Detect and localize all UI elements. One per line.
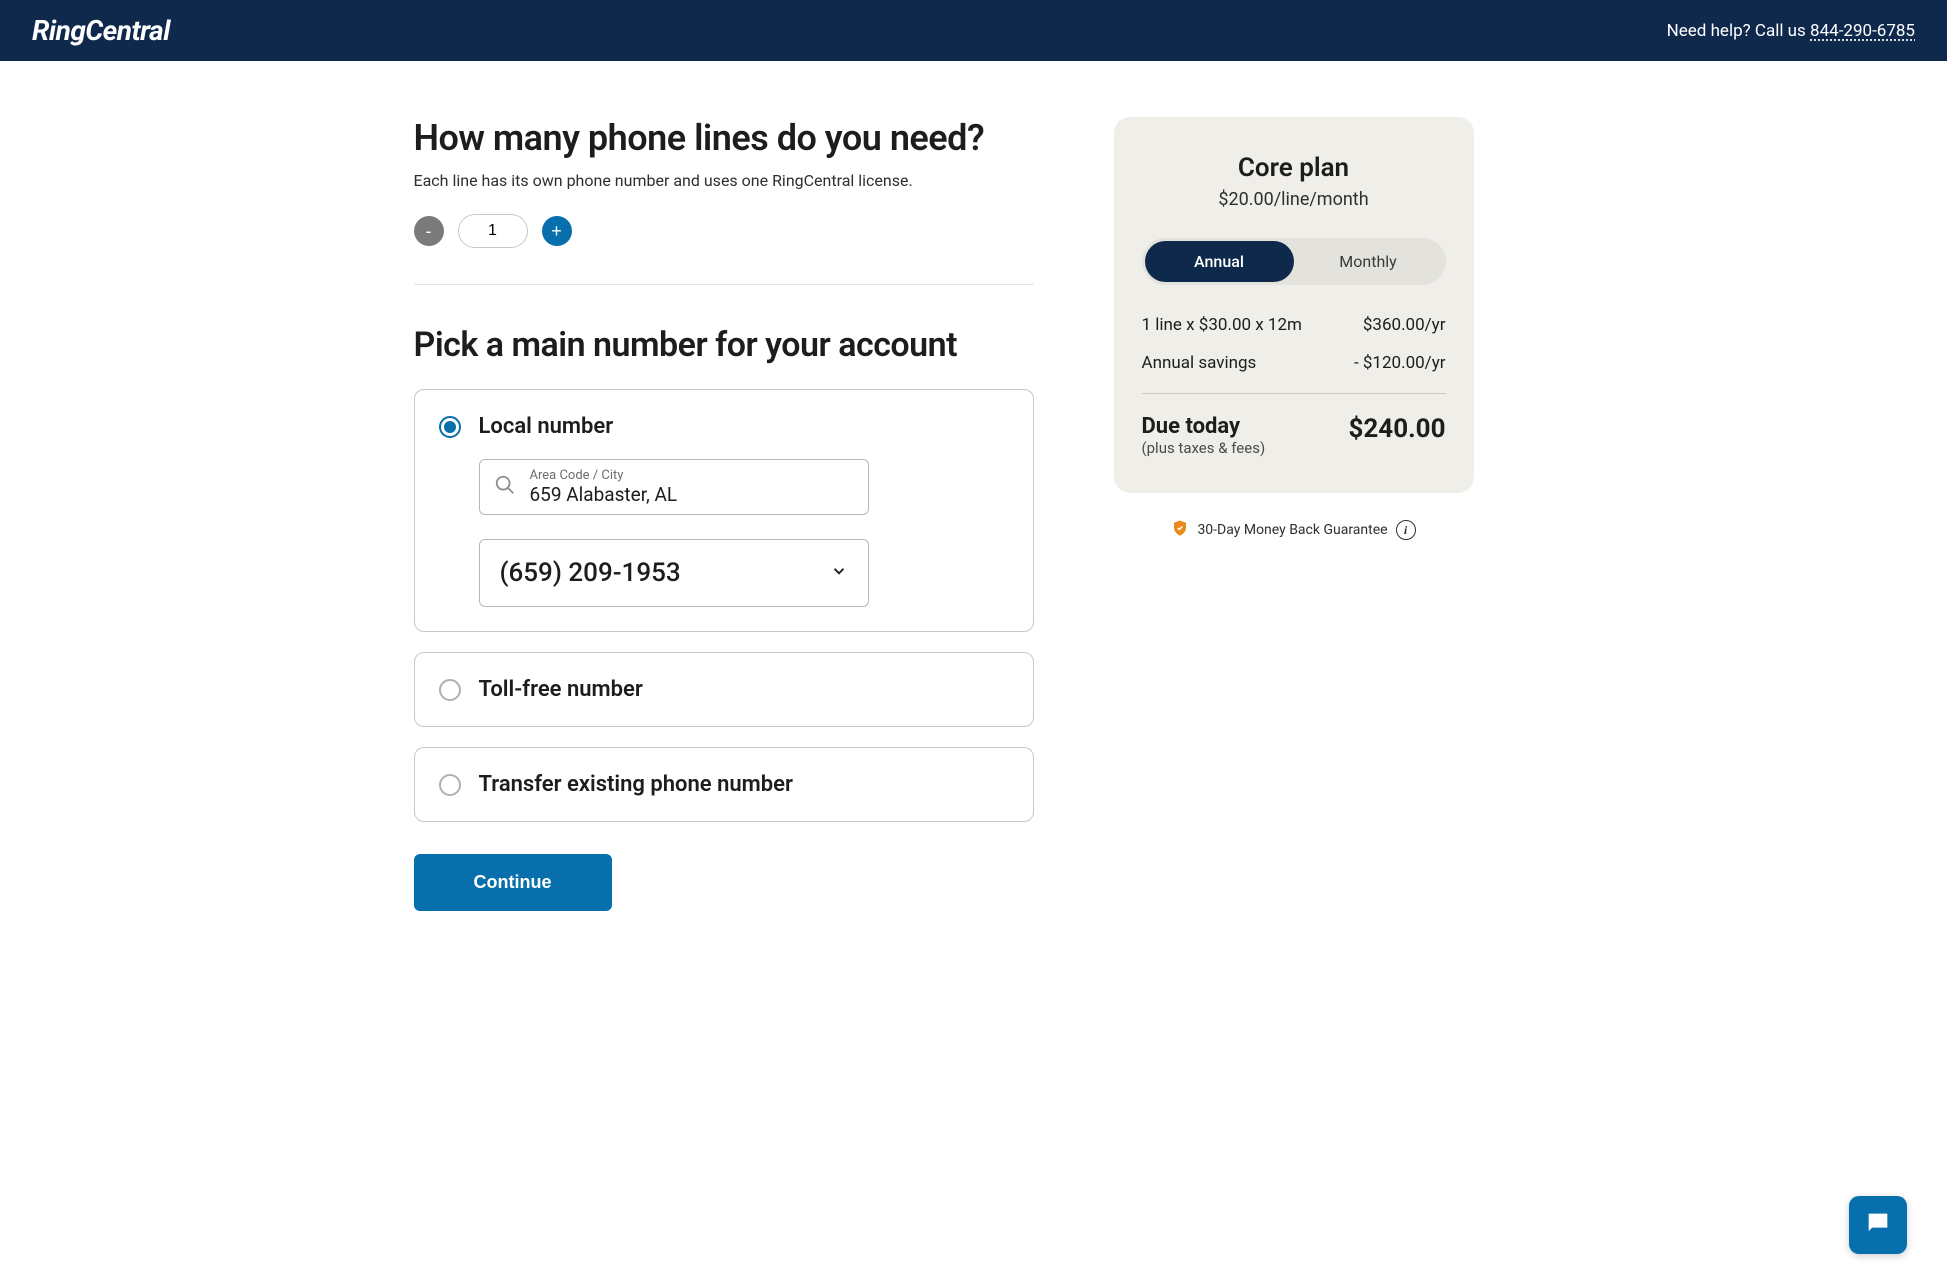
help-text: Need help? Call us 844-290-6785 bbox=[1667, 21, 1915, 41]
section-divider bbox=[414, 284, 1034, 285]
chat-button[interactable] bbox=[1849, 1196, 1907, 1254]
option-local-number[interactable]: Local number Area Code / City 659 Alabas… bbox=[414, 389, 1034, 632]
line-item-value: $360.00/yr bbox=[1363, 315, 1446, 335]
chevron-down-icon bbox=[830, 562, 848, 584]
app-header: RingCentral Need help? Call us 844-290-6… bbox=[0, 0, 1947, 61]
line-count-input[interactable] bbox=[458, 214, 528, 248]
option-tollfree-label: Toll-free number bbox=[479, 677, 643, 702]
billing-toggle: Annual Monthly bbox=[1142, 238, 1446, 285]
savings-value: - $120.00/yr bbox=[1354, 353, 1446, 373]
billing-monthly[interactable]: Monthly bbox=[1294, 241, 1443, 282]
info-icon[interactable]: i bbox=[1396, 520, 1416, 540]
brand-logo[interactable]: RingCentral bbox=[32, 14, 170, 47]
shield-check-icon bbox=[1171, 519, 1189, 541]
number-heading: Pick a main number for your account bbox=[414, 325, 1034, 365]
due-amount: $240.00 bbox=[1348, 414, 1445, 444]
radio-local[interactable] bbox=[439, 416, 461, 438]
search-icon bbox=[494, 474, 516, 500]
due-today-row: Due today (plus taxes & fees) $240.00 bbox=[1142, 414, 1446, 457]
decrement-button[interactable]: - bbox=[414, 216, 444, 246]
lines-subheading: Each line has its own phone number and u… bbox=[414, 171, 1034, 190]
lines-heading: How many phone lines do you need? bbox=[414, 117, 1034, 159]
guarantee-text: 30-Day Money Back Guarantee bbox=[1197, 522, 1387, 538]
help-label: Need help? Call us bbox=[1667, 21, 1810, 41]
area-code-search[interactable]: Area Code / City 659 Alabaster, AL bbox=[479, 459, 869, 515]
plan-price: $20.00/line/month bbox=[1142, 189, 1446, 210]
line-count-stepper: - + bbox=[414, 214, 1034, 248]
line-item-label: 1 line x $30.00 x 12m bbox=[1142, 315, 1302, 335]
chat-icon bbox=[1864, 1209, 1892, 1241]
order-summary: Core plan $20.00/line/month Annual Month… bbox=[1114, 117, 1474, 493]
continue-button[interactable]: Continue bbox=[414, 854, 612, 911]
increment-button[interactable]: + bbox=[542, 216, 572, 246]
option-transfer-label: Transfer existing phone number bbox=[479, 772, 793, 797]
selected-number: (659) 209-1953 bbox=[500, 558, 681, 588]
summary-savings: Annual savings - $120.00/yr bbox=[1142, 353, 1446, 373]
option-local-label: Local number bbox=[479, 414, 614, 439]
guarantee-row: 30-Day Money Back Guarantee i bbox=[1114, 519, 1474, 541]
radio-transfer[interactable] bbox=[439, 774, 461, 796]
search-label: Area Code / City bbox=[530, 468, 854, 483]
help-phone-link[interactable]: 844-290-6785 bbox=[1810, 21, 1915, 41]
option-tollfree-number[interactable]: Toll-free number bbox=[414, 652, 1034, 727]
option-transfer-number[interactable]: Transfer existing phone number bbox=[414, 747, 1034, 822]
billing-annual[interactable]: Annual bbox=[1145, 241, 1294, 282]
savings-label: Annual savings bbox=[1142, 353, 1257, 373]
due-sub: (plus taxes & fees) bbox=[1142, 439, 1266, 457]
summary-divider bbox=[1142, 393, 1446, 394]
summary-line-item: 1 line x $30.00 x 12m $360.00/yr bbox=[1142, 315, 1446, 335]
due-label: Due today bbox=[1142, 414, 1266, 439]
search-value: 659 Alabaster, AL bbox=[530, 483, 854, 506]
phone-number-select[interactable]: (659) 209-1953 bbox=[479, 539, 869, 607]
plan-title: Core plan bbox=[1142, 153, 1446, 183]
radio-tollfree[interactable] bbox=[439, 679, 461, 701]
